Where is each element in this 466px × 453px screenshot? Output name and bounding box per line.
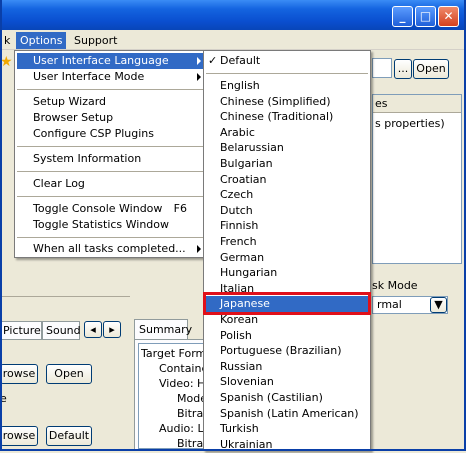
window-frame bbox=[0, 0, 466, 451]
